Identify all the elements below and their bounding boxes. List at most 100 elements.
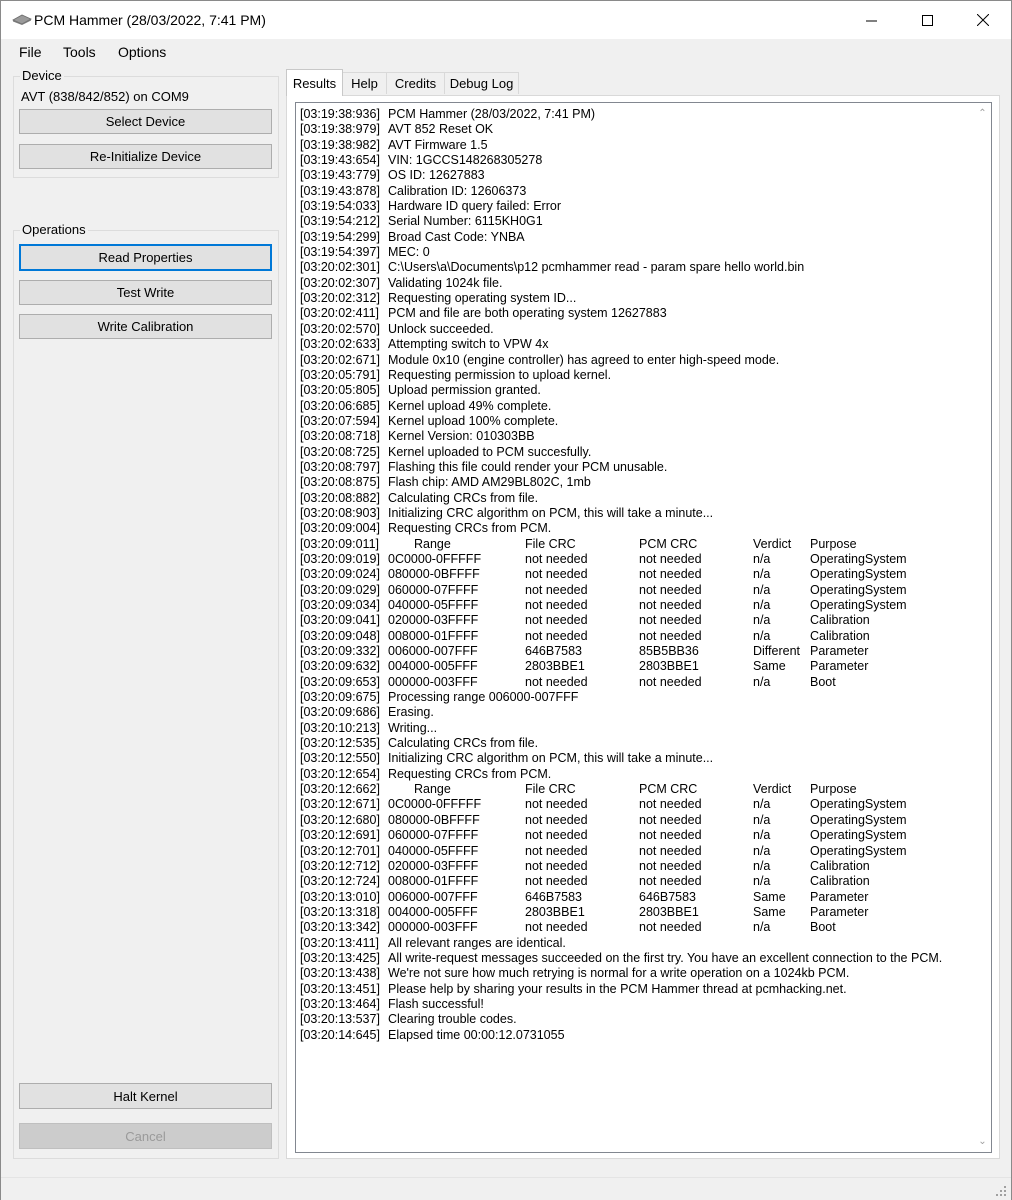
log-crc-cell: 040000-05FFFF	[388, 843, 479, 858]
close-icon	[977, 14, 989, 26]
read-properties-button[interactable]: Read Properties	[19, 244, 272, 271]
log-timestamp: [03:19:38:982]	[300, 137, 380, 152]
maximize-icon	[921, 14, 933, 26]
log-message: We're not sure how much retrying is norm…	[388, 966, 850, 981]
log-timestamp: [03:20:12:701]	[300, 843, 380, 858]
minimize-button[interactable]	[843, 1, 899, 39]
menu-options[interactable]: Options	[118, 44, 166, 60]
reinitialize-device-button[interactable]: Re-Initialize Device	[19, 144, 272, 169]
log-line: [03:20:12:671] 0C0000-0FFFFF not needed not…	[300, 797, 970, 812]
log-crc-cell: not needed	[525, 551, 588, 566]
log-crc-cell: 0C0000-0FFFFF	[388, 797, 482, 812]
log-crc-cell: 080000-0BFFFF	[388, 812, 480, 827]
log-message: Clearing trouble codes.	[388, 1012, 517, 1027]
log-crc-cell: not needed	[525, 582, 588, 597]
log-timestamp: [03:20:02:307]	[300, 275, 380, 290]
log-crc-cell: Parameter	[810, 644, 869, 659]
log-timestamp: [03:20:13:318]	[300, 904, 380, 919]
log-line: [03:20:02:312] Requesting operating syste…	[300, 291, 970, 306]
log-timestamp: [03:20:08:903]	[300, 505, 380, 520]
log-message: Serial Number: 6115KH0G1	[388, 214, 543, 229]
log-crc-cell: 646B7583	[639, 889, 697, 904]
log-message: PCM and file are both operating system 1…	[388, 306, 667, 321]
cancel-button[interactable]: Cancel	[19, 1123, 272, 1149]
log-line: [03:20:13:438] We're not sure how much re…	[300, 966, 970, 981]
halt-kernel-button[interactable]: Halt Kernel	[19, 1083, 272, 1109]
maximize-button[interactable]	[899, 1, 955, 39]
log-line: [03:20:09:048] 008000-01FFFF not needed not…	[300, 629, 970, 644]
log-line: [03:20:02:411] PCM and file are both oper…	[300, 306, 970, 321]
results-log[interactable]: [03:19:38:936] PCM Hammer (28/03/2022, 7:…	[295, 102, 992, 1153]
log-timestamp: [03:19:43:878]	[300, 183, 380, 198]
log-line: [03:20:05:791] Requesting permission to u…	[300, 368, 970, 383]
log-line: [03:20:09:632] 004000-005FFF 2803BBE1 2803B…	[300, 659, 970, 674]
log-timestamp: [03:20:12:680]	[300, 812, 380, 827]
log-message: MEC: 0	[388, 245, 430, 260]
log-crc-cell: Boot	[810, 674, 836, 689]
log-message: Flashing this file could render your PCM…	[388, 459, 668, 474]
log-timestamp: [03:20:09:011]	[300, 536, 380, 551]
scroll-up-arrow-icon[interactable]: ⌃	[974, 105, 991, 122]
log-crc-cell: n/a	[753, 920, 771, 935]
log-message: Validating 1024k file.	[388, 275, 503, 290]
log-crc-cell: Range	[414, 536, 451, 551]
log-timestamp: [03:20:14:645]	[300, 1027, 380, 1042]
log-line: [03:20:12:712] 020000-03FFFF not needed not…	[300, 859, 970, 874]
log-line: [03:20:08:882] Calculating CRCs from file…	[300, 491, 970, 506]
log-crc-cell: Same	[753, 889, 786, 904]
menu-file[interactable]: File	[19, 44, 42, 60]
log-crc-cell: PCM CRC	[639, 782, 698, 797]
scroll-down-arrow-icon[interactable]: ⌄	[974, 1133, 991, 1150]
log-message: Erasing.	[388, 705, 434, 720]
log-timestamp: [03:20:08:797]	[300, 459, 380, 474]
log-crc-cell: Different	[753, 644, 801, 659]
operations-group-legend: Operations	[20, 222, 88, 237]
log-crc-cell: 020000-03FFFF	[388, 858, 479, 873]
resize-grip-icon[interactable]	[995, 1185, 1007, 1197]
log-line: [03:20:09:034] 040000-05FFFF not needed not…	[300, 598, 970, 613]
tab-debug-log[interactable]: Debug Log	[444, 72, 519, 94]
menu-tools[interactable]: Tools	[63, 44, 96, 60]
log-crc-cell: Verdict	[753, 536, 792, 551]
close-button[interactable]	[955, 1, 1011, 39]
log-timestamp: [03:20:09:019]	[300, 551, 380, 566]
log-crc-cell: n/a	[753, 598, 771, 612]
log-crc-cell: 2803BBE1	[525, 904, 585, 919]
select-device-button[interactable]: Select Device	[19, 109, 272, 134]
tab-credits[interactable]: Credits	[386, 72, 445, 94]
log-line: [03:20:12:701] 040000-05FFFF not needed not…	[300, 844, 970, 859]
log-line: [03:20:12:662] Range File CRC PCM CRC Verdic…	[300, 782, 970, 797]
write-calibration-button[interactable]: Write Calibration	[19, 314, 272, 339]
log-crc-cell: not needed	[639, 843, 702, 858]
log-crc-cell: 004000-005FFF	[388, 904, 478, 919]
app-icon	[12, 14, 32, 25]
log-crc-cell: not needed	[525, 613, 588, 628]
log-line: [03:20:02:301] C:\Users\a\Documents\p12 p…	[300, 260, 970, 275]
test-write-button[interactable]: Test Write	[19, 280, 272, 305]
log-timestamp: [03:19:38:936]	[300, 107, 380, 121]
log-message: Broad Cast Code: YNBA	[388, 229, 525, 244]
log-line: [03:20:09:019] 0C0000-0FFFFF not needed not…	[300, 552, 970, 567]
log-line: [03:20:13:342] 000000-003FFF not needed not…	[300, 920, 970, 935]
log-crc-cell: 0C0000-0FFFFF	[388, 551, 482, 566]
vertical-scrollbar[interactable]: ⌃ ⌄	[974, 103, 991, 1152]
log-message: AVT Firmware 1.5	[388, 137, 488, 152]
log-timestamp: [03:20:13:451]	[300, 981, 380, 996]
status-bar	[1, 1177, 1011, 1200]
log-crc-cell: not needed	[639, 812, 702, 827]
log-timestamp: [03:20:02:671]	[300, 352, 380, 367]
log-crc-cell: not needed	[525, 567, 588, 582]
log-crc-cell: not needed	[525, 874, 588, 889]
log-line: [03:20:08:725] Kernel uploaded to PCM suc…	[300, 445, 970, 460]
log-crc-cell: 000000-003FFF	[388, 674, 478, 689]
log-timestamp: [03:20:08:875]	[300, 475, 380, 490]
log-line: [03:20:08:875] Flash chip: AMD AM29BL802C…	[300, 475, 970, 490]
log-line: [03:20:12:680] 080000-0BFFFF not needed not…	[300, 813, 970, 828]
log-line: [03:20:08:797] Flashing this file could r…	[300, 460, 970, 475]
log-line: [03:20:09:029] 060000-07FFFF not needed not…	[300, 583, 970, 598]
tab-help[interactable]: Help	[342, 72, 387, 94]
log-line: [03:20:12:535] Calculating CRCs from file…	[300, 736, 970, 751]
tab-results[interactable]: Results	[286, 69, 343, 96]
log-timestamp: [03:20:02:411]	[300, 306, 380, 321]
log-timestamp: [03:20:12:691]	[300, 828, 380, 843]
